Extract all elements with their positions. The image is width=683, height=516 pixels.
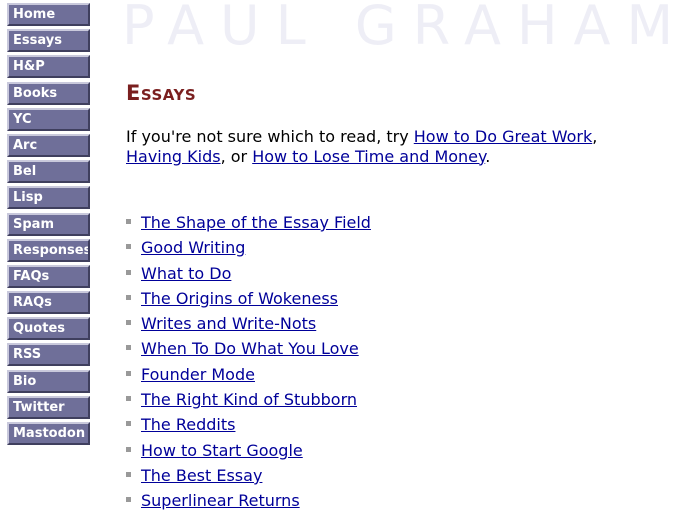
intro-separator: , or — [220, 146, 253, 166]
nav-item-spam[interactable]: Spam — [7, 212, 90, 236]
bullet-icon — [126, 294, 131, 300]
list-item: The Right Kind of Stubborn — [126, 389, 371, 414]
list-item: Founder Mode — [126, 364, 371, 389]
nav-item-lisp[interactable]: Lisp — [7, 186, 90, 210]
list-item: The Best Essay — [126, 465, 371, 490]
nav-item-twitter[interactable]: Twitter — [7, 395, 90, 419]
essay-list: The Shape of the Essay Field Good Writin… — [126, 212, 371, 516]
list-item: The Reddits — [126, 414, 371, 439]
list-item: When To Do What You Love — [126, 338, 371, 363]
list-item: How to Start Google — [126, 440, 371, 465]
nav-item-arc[interactable]: Arc — [7, 133, 90, 157]
list-item: What to Do — [126, 263, 371, 288]
nav-item-bel[interactable]: Bel — [7, 160, 90, 184]
nav-item-faqs[interactable]: FAQs — [7, 264, 90, 288]
bullet-icon — [126, 396, 131, 402]
essay-link[interactable]: Writes and Write-Nots — [141, 314, 316, 333]
site-logo: PAUL GRAHAM — [122, 0, 683, 57]
nav-item-raqs[interactable]: RAQs — [7, 291, 90, 315]
bullet-icon — [126, 471, 131, 477]
bullet-icon — [126, 345, 131, 351]
essay-link[interactable]: Good Writing — [141, 238, 245, 257]
nav-item-responses[interactable]: Responses — [7, 238, 90, 262]
nav-item-home[interactable]: Home — [7, 3, 90, 26]
essay-link[interactable]: The Reddits — [141, 415, 235, 434]
bullet-icon — [126, 219, 131, 224]
list-item: Superlinear Returns — [126, 490, 371, 515]
nav-item-rss[interactable]: RSS — [7, 343, 90, 367]
nav-item-quotes[interactable]: Quotes — [7, 317, 90, 341]
essay-link[interactable]: The Origins of Wokeness — [141, 289, 338, 308]
nav-item-mastodon[interactable]: Mastodon — [7, 422, 90, 445]
list-item: Writes and Write-Nots — [126, 313, 371, 338]
nav-item-books[interactable]: Books — [7, 81, 90, 105]
essay-link[interactable]: The Best Essay — [141, 466, 262, 485]
essay-link[interactable]: The Shape of the Essay Field — [141, 213, 371, 232]
nav-item-bio[interactable]: Bio — [7, 369, 90, 393]
bullet-icon — [126, 497, 131, 503]
essay-link[interactable]: What to Do — [141, 264, 231, 283]
bullet-icon — [126, 320, 131, 326]
bullet-icon — [126, 421, 131, 427]
bullet-icon — [126, 446, 131, 452]
essay-link[interactable]: Founder Mode — [141, 365, 255, 384]
link-how-to-lose-time-and-money[interactable]: How to Lose Time and Money — [252, 147, 485, 166]
list-item: The Shape of the Essay Field — [126, 212, 371, 237]
intro-prefix: If you're not sure which to read, try — [126, 127, 414, 146]
essay-link[interactable]: When To Do What You Love — [141, 339, 359, 358]
link-how-to-do-great-work[interactable]: How to Do Great Work — [414, 127, 592, 146]
intro-paragraph: If you're not sure which to read, try Ho… — [126, 127, 646, 166]
bullet-icon — [126, 244, 131, 250]
intro-suffix: . — [485, 146, 491, 166]
list-item: Good Writing — [126, 237, 371, 262]
link-having-kids[interactable]: Having Kids — [126, 147, 221, 166]
sidebar-nav: Home Essays H&P Books YC Arc Bel Lisp Sp… — [7, 3, 90, 448]
essay-link[interactable]: Superlinear Returns — [141, 491, 300, 510]
bullet-icon — [126, 370, 131, 376]
essay-link[interactable]: How to Start Google — [141, 441, 303, 460]
page-title: Essays — [126, 81, 197, 105]
nav-item-yc[interactable]: YC — [7, 107, 90, 131]
nav-item-essays[interactable]: Essays — [7, 29, 90, 53]
essay-link[interactable]: The Right Kind of Stubborn — [141, 390, 357, 409]
intro-separator: , — [592, 127, 598, 146]
list-item: The Origins of Wokeness — [126, 288, 371, 313]
bullet-icon — [126, 269, 131, 275]
nav-item-hp[interactable]: H&P — [7, 55, 90, 79]
